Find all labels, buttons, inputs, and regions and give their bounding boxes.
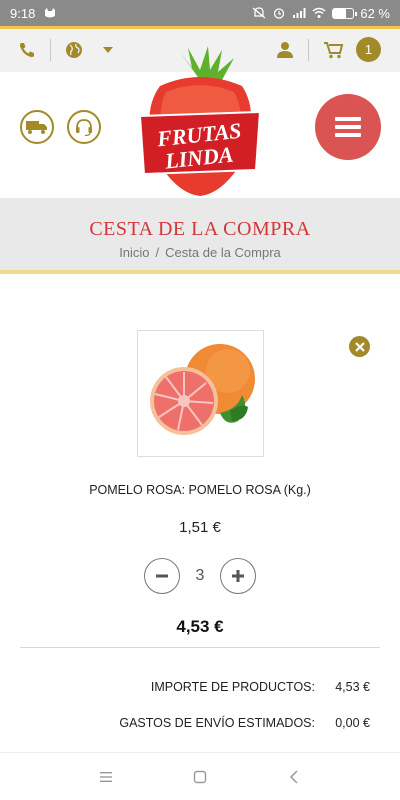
globe-icon	[66, 42, 82, 58]
breadcrumb-current: Cesta de la Compra	[165, 245, 281, 260]
divider	[50, 39, 51, 61]
phone-icon	[19, 43, 34, 58]
battery-icon	[332, 7, 358, 19]
nav-menu-icon	[100, 771, 112, 782]
close-icon	[354, 341, 365, 352]
plus-icon	[232, 570, 244, 582]
cart-count-badge[interactable]: 1	[356, 37, 381, 62]
grapefruit-image	[150, 344, 255, 435]
menu-button[interactable]	[315, 94, 381, 160]
products-total-value: 4,53 €	[335, 680, 370, 694]
language-dropdown[interactable]	[103, 39, 113, 61]
system-nav-bar	[0, 752, 400, 800]
home-button[interactable]	[186, 763, 214, 791]
phone-button[interactable]	[18, 39, 36, 61]
shipping-value: 0,00 €	[335, 716, 370, 730]
page-title-band: CESTA DE LA COMPRA Inicio / Cesta de la Co…	[0, 198, 400, 274]
battery-percent: 62 %	[360, 5, 390, 21]
breadcrumb-separator: /	[155, 245, 160, 260]
language-button[interactable]	[65, 39, 83, 61]
status-time: 9:18	[10, 5, 36, 21]
products-total-label: IMPORTE DE PRODUCTOS:	[150, 680, 315, 694]
headset-icon	[76, 119, 92, 137]
back-button[interactable]	[280, 763, 308, 791]
product-name[interactable]: POMELO ROSA: POMELO ROSA (Kg.)	[0, 483, 400, 497]
signal-icon	[293, 8, 306, 18]
minus-icon	[156, 574, 168, 578]
breadcrumb: Inicio / Cesta de la Compra	[0, 245, 400, 260]
nav-back-icon	[289, 769, 298, 784]
quantity-value[interactable]: 3	[180, 567, 220, 585]
account-button[interactable]	[277, 39, 293, 61]
frutas-linda-logo[interactable]: FRUTAS LINDA	[130, 46, 270, 196]
shipping-button[interactable]	[20, 110, 54, 144]
user-icon	[277, 42, 293, 58]
status-bar: 9:18 62 %	[0, 0, 400, 26]
mute-icon	[252, 7, 266, 19]
cart-button[interactable]	[324, 39, 344, 61]
cart-icon	[324, 42, 344, 59]
divider	[308, 39, 309, 61]
shipping-label: GASTOS DE ENVÍO ESTIMADOS:	[119, 716, 315, 730]
page-title: CESTA DE LA COMPRA	[89, 218, 311, 240]
alarm-icon	[274, 8, 285, 19]
truck-icon	[26, 121, 47, 134]
line-total: 4,53 €	[176, 617, 224, 636]
quantity-stepper: 3	[144, 558, 256, 594]
remove-item-button[interactable]	[349, 336, 370, 357]
site-header: FRUTAS LINDA	[0, 46, 400, 198]
caret-down-icon	[103, 47, 113, 53]
wifi-icon	[312, 7, 326, 18]
decrease-quantity-button[interactable]	[144, 558, 180, 594]
support-button[interactable]	[67, 110, 101, 144]
recents-button[interactable]	[92, 763, 120, 791]
hamburger-icon	[335, 117, 361, 137]
increase-quantity-button[interactable]	[220, 558, 256, 594]
divider	[20, 647, 380, 648]
breadcrumb-home[interactable]: Inicio	[119, 245, 149, 260]
product-image[interactable]	[137, 330, 264, 457]
nav-home-icon	[193, 770, 207, 783]
cat-notification-icon	[45, 8, 56, 18]
unit-price: 1,51 €	[179, 519, 221, 536]
